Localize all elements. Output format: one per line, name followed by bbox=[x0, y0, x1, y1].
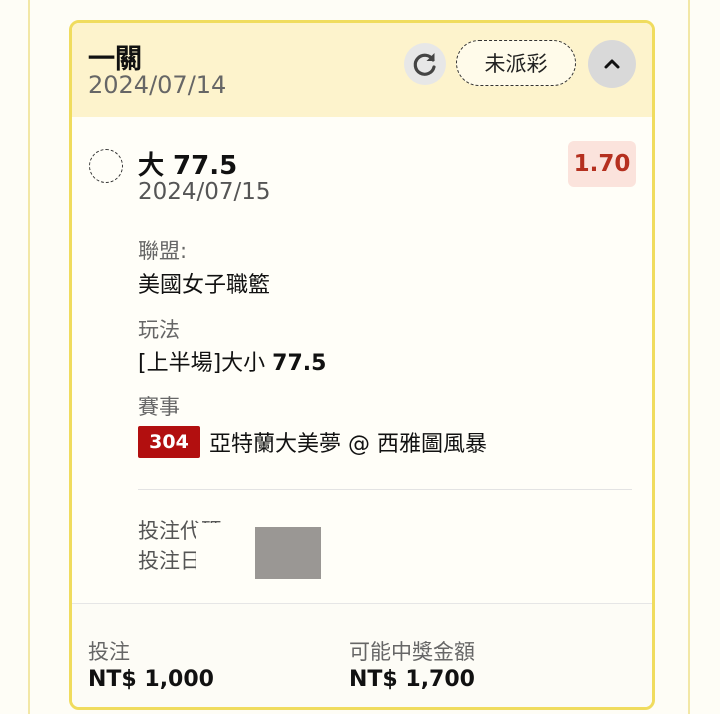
league-value: 美國女子職籃 bbox=[138, 273, 271, 298]
selection-date: 2024/07/15 bbox=[138, 179, 271, 205]
selection-name: 大 77.5 bbox=[138, 151, 238, 181]
event-label: 賽事 bbox=[138, 395, 180, 419]
collapse-button[interactable] bbox=[588, 40, 636, 88]
stake-section: 投注 NT$ 1,000 bbox=[88, 638, 214, 694]
redacted-block bbox=[255, 527, 321, 579]
selection-radio[interactable] bbox=[89, 149, 123, 183]
event-number-badge: 304 bbox=[138, 426, 200, 458]
refresh-icon bbox=[413, 53, 436, 76]
section-divider bbox=[138, 489, 632, 490]
ticket-footer: 投注 NT$ 1,000 可能中獎金額 NT$ 1,700 bbox=[72, 603, 652, 707]
redacted-area bbox=[196, 523, 258, 577]
bet-type-label: 玩法 bbox=[138, 318, 180, 342]
bet-time-label: 投注日 bbox=[138, 549, 201, 573]
ticket-date: 2024/07/14 bbox=[88, 71, 227, 99]
bet-ticket-card: 一關 2024/07/14 未派彩 大 77.5 2024/07/15 1.70… bbox=[69, 20, 655, 710]
bet-type-value: [上半場]大小 77.5 bbox=[138, 345, 326, 377]
league-label: 聯盟: bbox=[138, 239, 188, 263]
event-row: 304 亞特蘭大美夢 @ 西雅圖風暴 bbox=[138, 426, 487, 458]
bet-type-prefix: [上半場]大小 bbox=[138, 351, 273, 376]
event-name: 亞特蘭大美夢 @ 西雅圖風暴 bbox=[209, 432, 487, 457]
bet-type-line: 77.5 bbox=[272, 351, 327, 376]
stake-value: NT$ 1,000 bbox=[88, 667, 214, 692]
refresh-button[interactable] bbox=[404, 43, 446, 85]
left-edge-line bbox=[28, 0, 30, 714]
payout-status-badge[interactable]: 未派彩 bbox=[456, 40, 576, 86]
odds-badge: 1.70 bbox=[568, 141, 636, 187]
payout-section: 可能中獎金額 NT$ 1,700 bbox=[349, 638, 475, 694]
ticket-header: 一關 2024/07/14 未派彩 bbox=[72, 23, 652, 117]
chevron-up-icon bbox=[604, 59, 620, 69]
payout-value: NT$ 1,700 bbox=[349, 667, 475, 692]
right-edge-line bbox=[688, 0, 690, 714]
stake-label: 投注 bbox=[88, 640, 130, 664]
payout-label: 可能中獎金額 bbox=[349, 640, 475, 664]
